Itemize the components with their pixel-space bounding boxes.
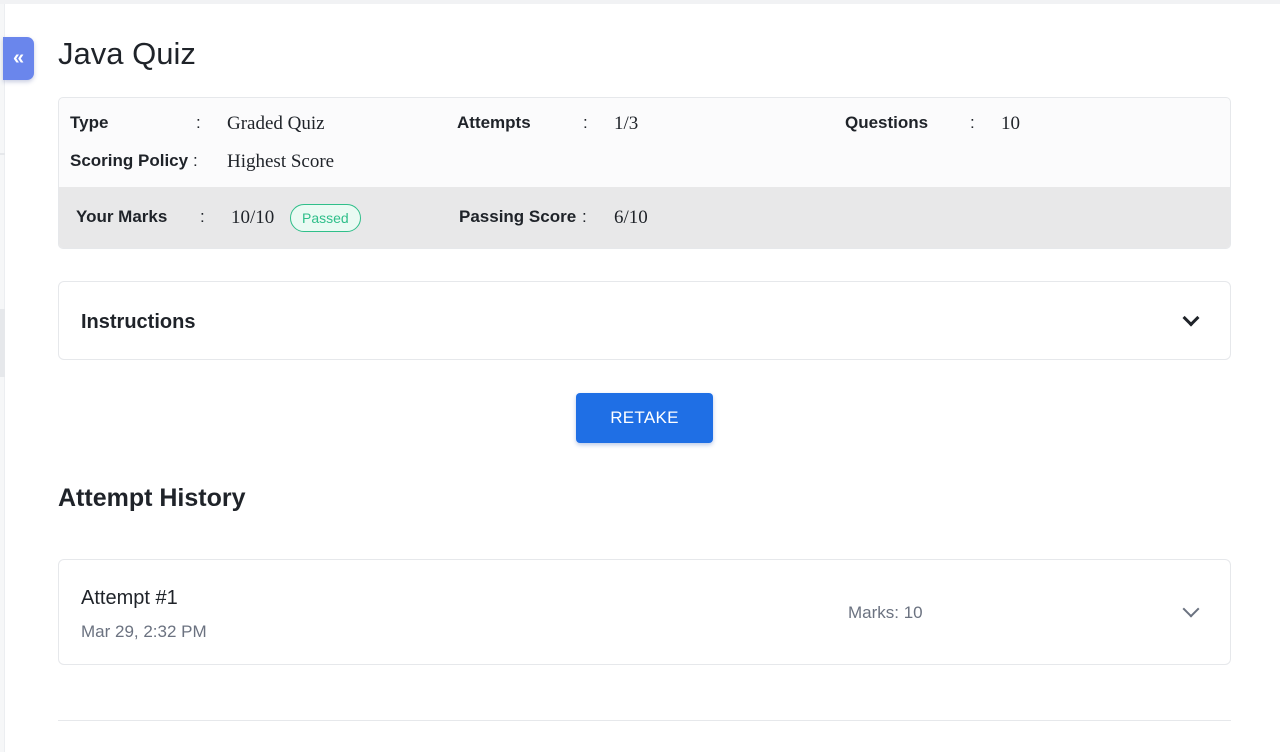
- marks-band: Your Marks : 10/10 Passing Score : 6/10 …: [59, 187, 1230, 248]
- retake-button[interactable]: RETAKE: [576, 393, 713, 443]
- passing-score-label: Passing Score: [459, 207, 577, 226]
- your-marks-colon: :: [200, 207, 205, 226]
- passing-score-value: 6/10: [614, 207, 648, 228]
- your-marks-value: 10/10: [231, 207, 275, 228]
- divider: [58, 720, 1231, 721]
- attempts-value: 1/3: [614, 113, 639, 134]
- questions-colon: :: [970, 113, 975, 132]
- quiz-info-card: Type : Graded Quiz Attempts : 1/3 Questi…: [58, 97, 1231, 249]
- info-row-1: Type : Graded Quiz Attempts : 1/3 Questi…: [59, 113, 1230, 139]
- page-title: Java Quiz: [58, 36, 196, 71]
- chevron-down-icon[interactable]: [1182, 600, 1200, 618]
- status-badge: Passed: [290, 204, 361, 232]
- sidebar-expand-button[interactable]: «: [3, 37, 34, 80]
- double-chevron-left-icon: «: [12, 47, 25, 69]
- attempt-date: Mar 29, 2:32 PM: [81, 622, 207, 641]
- scoring-policy-label: Scoring Policy: [70, 151, 189, 170]
- your-marks-label: Your Marks: [76, 207, 168, 226]
- attempts-colon: :: [583, 113, 588, 132]
- info-row-2: Scoring Policy : Highest Score: [59, 151, 1230, 177]
- attempt-marks: Marks: 10: [848, 603, 923, 622]
- scoring-policy-value: Highest Score: [227, 151, 335, 172]
- sidebar-collapsed-edge: [0, 4, 5, 752]
- type-value: Graded Quiz: [227, 113, 325, 134]
- passing-score-colon: :: [582, 207, 587, 226]
- marks-row: Your Marks : 10/10 Passing Score : 6/10: [59, 207, 1230, 233]
- instructions-accordion[interactable]: Instructions: [58, 281, 1231, 360]
- top-border: [0, 0, 1280, 4]
- attempt-item[interactable]: Attempt #1 Mar 29, 2:32 PM Marks: 10: [58, 559, 1231, 665]
- questions-label: Questions: [845, 113, 929, 132]
- instructions-title: Instructions: [81, 311, 196, 333]
- scoring-policy-colon: :: [193, 151, 198, 170]
- questions-value: 10: [1001, 113, 1020, 134]
- attempt-history-title: Attempt History: [58, 484, 246, 512]
- chevron-down-icon[interactable]: [1182, 309, 1200, 327]
- type-colon: :: [196, 113, 201, 132]
- attempts-label: Attempts: [457, 113, 531, 132]
- type-label: Type: [70, 113, 109, 132]
- attempt-name: Attempt #1: [81, 587, 178, 609]
